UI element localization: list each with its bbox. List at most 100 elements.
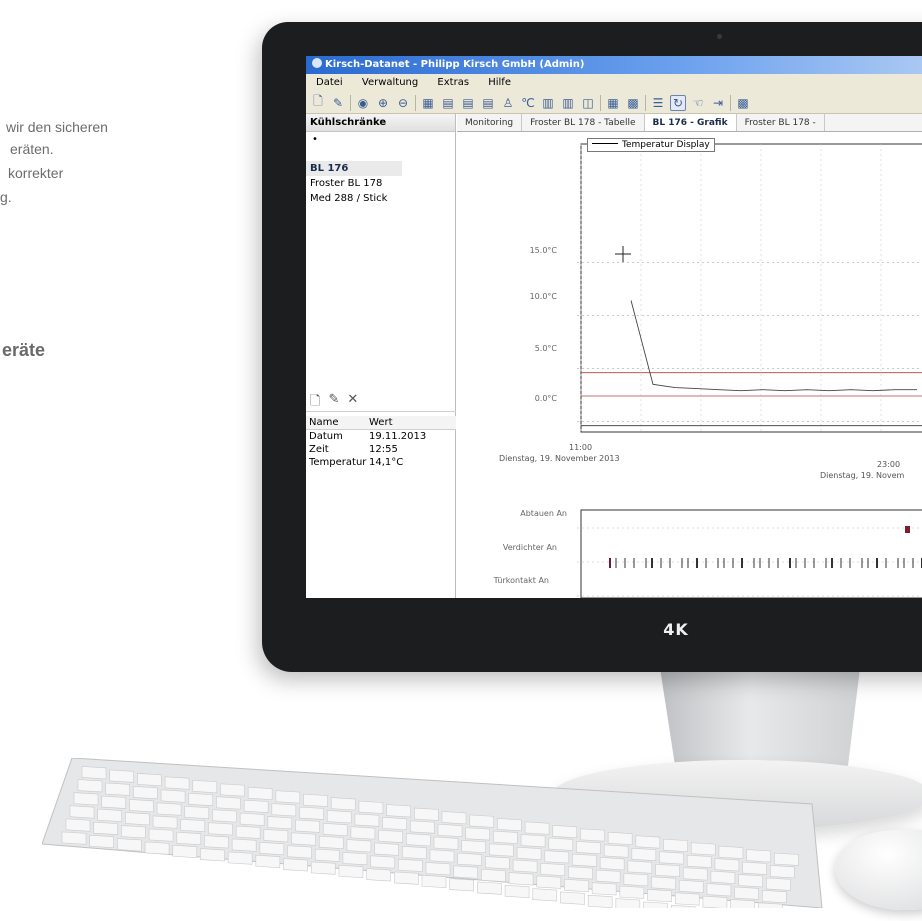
keyboard-key	[718, 845, 744, 859]
keyboard-key	[659, 851, 684, 865]
keyboard-key	[746, 849, 771, 863]
keyboard-key	[144, 841, 170, 855]
keyboard-key	[346, 839, 372, 853]
y-tick-label: 15.0°C	[529, 246, 557, 255]
cursor-icon[interactable]: ⇥	[710, 95, 726, 111]
new-property-icon[interactable]: 🗋	[310, 392, 320, 411]
app-window: Kirsch-Datanet - Philipp Kirsch GmbH (Ad…	[306, 56, 922, 598]
keyboard-key	[572, 853, 597, 867]
keyboard-key	[465, 827, 490, 841]
keyboard-key	[220, 783, 245, 797]
edit-property-icon[interactable]: ✎	[328, 392, 339, 411]
tab-monitoring[interactable]: Monitoring	[457, 114, 523, 131]
table-icon[interactable]: ▤	[440, 95, 456, 111]
keyboard-key	[508, 872, 534, 886]
keyboard-key	[172, 844, 198, 859]
keyboard-key	[544, 850, 570, 864]
device-item[interactable]: Froster BL 178	[306, 176, 455, 191]
keyboard-key	[453, 865, 478, 879]
table-icon[interactable]: ▤	[460, 95, 476, 111]
grid-icon[interactable]: ▦	[605, 95, 621, 111]
layout-icon[interactable]: ▩	[735, 95, 751, 111]
keyboard-key	[437, 823, 463, 838]
pan-icon[interactable]: ↻	[670, 94, 686, 111]
report-icon[interactable]: ▥	[560, 95, 576, 111]
device-item[interactable]: Med 288 / Stick	[306, 191, 455, 206]
keyboard-key	[504, 884, 530, 899]
camera-dot	[717, 34, 722, 39]
keyboard-key	[674, 892, 700, 906]
temperature-chart[interactable]	[457, 132, 922, 598]
keyboard-key	[180, 818, 206, 833]
keyboard-key	[366, 868, 391, 882]
keyboard-key	[734, 886, 759, 900]
help-icon[interactable]: ◉	[355, 95, 371, 111]
menu-extras[interactable]: Extras	[437, 77, 469, 88]
keyboard-key	[152, 815, 178, 829]
keyboard-key	[200, 848, 225, 862]
keyboard-key	[730, 899, 755, 908]
keyboard-key	[61, 831, 87, 845]
user-icon[interactable]: ♙	[500, 95, 516, 111]
keyboard-key	[192, 779, 218, 794]
keyboard-key	[469, 814, 494, 828]
open-icon[interactable]: ✎	[330, 95, 346, 111]
device-item[interactable]: BL 176	[306, 161, 402, 176]
keyboard-key	[647, 889, 672, 903]
delete-icon[interactable]: ✕	[347, 392, 358, 411]
signal-mark	[905, 526, 910, 533]
graph-icon[interactable]: ◫	[580, 95, 596, 111]
signal-label: Abtauen An	[520, 509, 567, 518]
menu-datei[interactable]: Datei	[316, 77, 343, 88]
keyboard-key	[247, 786, 273, 801]
keyboard-key	[615, 898, 641, 908]
hand-icon[interactable]: ☜	[690, 95, 706, 111]
keyboard-key	[631, 847, 657, 862]
property-name: Temperatur	[309, 457, 367, 468]
keyboard-key	[105, 782, 130, 796]
temperature-icon[interactable]: ℃	[520, 95, 536, 111]
table-icon[interactable]: ▤	[480, 95, 496, 111]
toolbar-separator	[730, 94, 731, 111]
menu-verwaltung[interactable]: Verwaltung	[362, 77, 418, 88]
device-icon[interactable]: ▦	[420, 95, 436, 111]
property-value: 12:55	[369, 444, 398, 455]
tab-froster-table[interactable]: Froster BL 178 - Tabelle	[522, 114, 645, 131]
keyboard-key	[243, 799, 269, 813]
tab-bl176-graph[interactable]: BL 176 - Grafik	[644, 114, 737, 131]
keyboard-key	[607, 831, 633, 846]
property-header: Name Wert	[306, 416, 456, 430]
new-icon[interactable]: 🗋	[310, 94, 326, 111]
keyboard-key	[548, 837, 574, 851]
list-icon[interactable]: ☰	[650, 95, 666, 111]
keyboard-key	[358, 800, 384, 814]
toolbar-separator	[415, 94, 416, 111]
toolbar-separator	[600, 94, 601, 111]
legend-swatch	[592, 143, 618, 144]
menu-hilfe[interactable]: Hilfe	[488, 77, 511, 88]
keyboard-key	[318, 835, 344, 849]
grid-icon[interactable]: ▩	[625, 95, 641, 111]
keyboard-key	[89, 834, 114, 849]
zoom-out-icon[interactable]: ⊖	[395, 95, 411, 111]
keyboard-key	[370, 855, 395, 869]
keyboard-key	[275, 790, 301, 804]
tree-root[interactable]: •	[306, 132, 455, 147]
legend-label: Temperatur Display	[622, 140, 710, 150]
zoom-in-icon[interactable]: ⊕	[375, 95, 391, 111]
keyboard-key	[212, 809, 237, 823]
report-icon[interactable]: ▥	[540, 95, 556, 111]
keyboard-key	[670, 904, 696, 908]
keyboard-key	[235, 825, 261, 839]
keyboard-key	[576, 841, 601, 855]
tab-froster-graph[interactable]: Froster BL 178 -	[737, 114, 825, 131]
keyboard-key	[425, 862, 451, 876]
keyboard-key	[271, 803, 297, 817]
keyboard-key	[738, 874, 763, 888]
keyboard-key	[374, 842, 399, 856]
keyboard-key	[129, 799, 154, 813]
keyboard-key	[564, 878, 589, 893]
keyboard-key	[216, 796, 241, 810]
keyboard-key	[599, 857, 625, 871]
keyboard-key	[441, 811, 467, 825]
